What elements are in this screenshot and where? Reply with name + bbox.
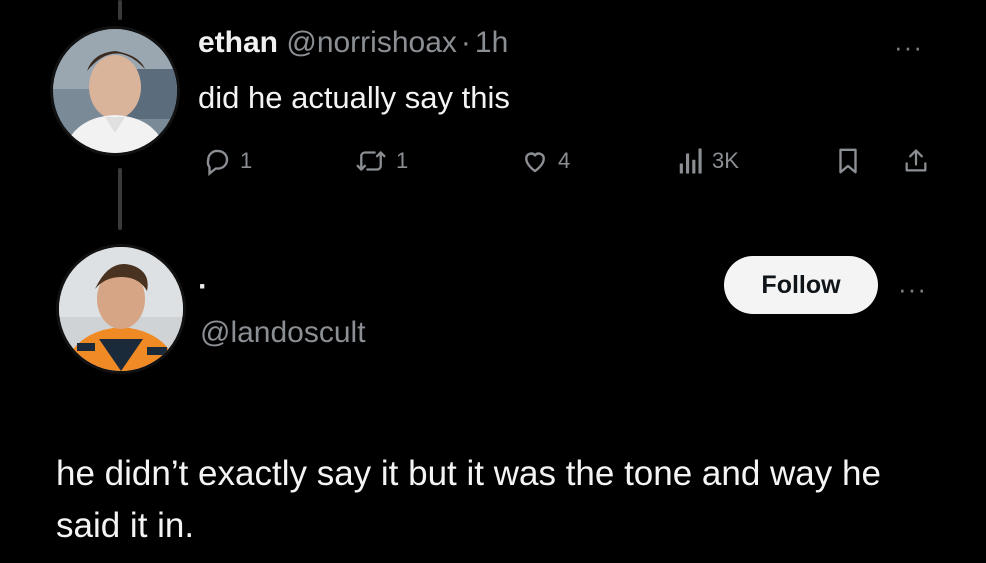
share-icon <box>905 149 927 172</box>
more-options-icon-reply[interactable]: ··· <box>898 276 927 302</box>
views-count: 3K <box>712 148 739 173</box>
like-count: 4 <box>558 148 571 173</box>
reply-user-display-name[interactable]: · <box>198 270 208 304</box>
bookmark-button[interactable] <box>834 146 862 176</box>
more-options-icon[interactable]: ··· <box>894 34 923 60</box>
author-handle[interactable]: @norrishoax <box>286 26 457 59</box>
reply-user-handle[interactable]: @landoscult <box>200 316 366 350</box>
thread-line-top <box>118 0 122 20</box>
tweet-time[interactable]: 1h <box>475 26 508 59</box>
like-icon <box>525 152 545 173</box>
reply-text: he didn’t exactly say it but it was the … <box>56 454 881 545</box>
header-separator: · <box>460 26 471 59</box>
thread-line-middle <box>118 168 122 230</box>
tweet-text: did he actually say this <box>198 80 510 115</box>
views-icon <box>679 148 702 174</box>
views-button[interactable]: 3K <box>678 146 739 176</box>
tweet-header: ethan @norrishoax · 1h <box>198 26 508 60</box>
repost-icon <box>356 151 386 171</box>
follow-button[interactable]: Follow <box>724 256 878 314</box>
author-name[interactable]: ethan <box>198 26 278 59</box>
repost-button[interactable]: 1 <box>354 146 408 176</box>
reply-button[interactable]: 1 <box>202 146 252 176</box>
reply-icon <box>206 149 229 176</box>
share-button[interactable] <box>902 146 930 176</box>
like-button[interactable]: 4 <box>520 146 570 176</box>
repost-count: 1 <box>396 148 409 173</box>
bookmark-icon <box>839 148 857 174</box>
avatar-ethan[interactable] <box>50 26 180 156</box>
reply-count: 1 <box>240 148 253 173</box>
avatar-landoscult[interactable] <box>56 244 186 374</box>
